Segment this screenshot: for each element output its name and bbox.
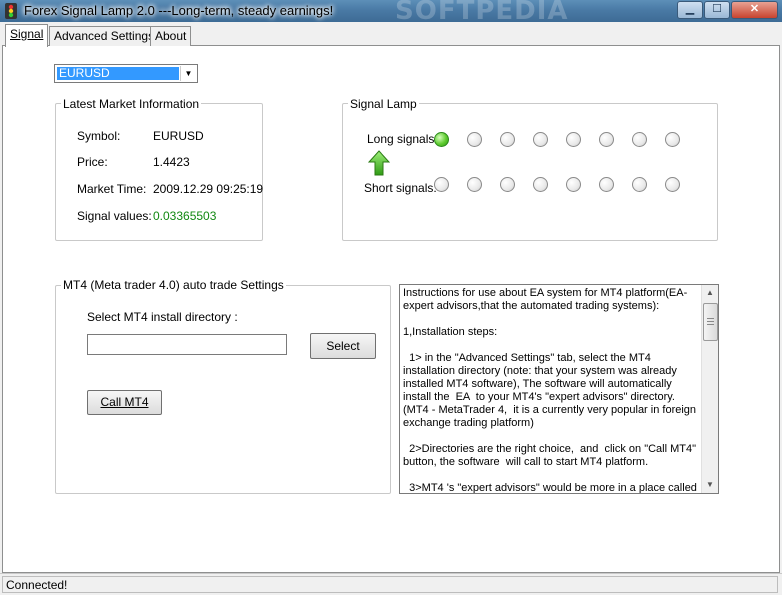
status-text: Connected! (6, 578, 68, 592)
scroll-up-icon[interactable]: ▲ (702, 285, 718, 301)
close-button[interactable]: ✕ (731, 1, 778, 19)
short-signal-led-4 (533, 177, 548, 192)
maximize-button[interactable]: ☐ (704, 1, 730, 19)
window-title: Forex Signal Lamp 2.0 ---Long-term, stea… (24, 3, 334, 18)
long-signals-label: Long signals: (367, 132, 438, 146)
mt4-settings-title: MT4 (Meta trader 4.0) auto trade Setting… (61, 278, 286, 292)
short-signal-led-3 (500, 177, 515, 192)
long-signal-led-4 (533, 132, 548, 147)
short-signals-label: Short signals: (364, 181, 437, 195)
instructions-scrollbar[interactable]: ▲ ▼ (701, 285, 718, 493)
scroll-thumb[interactable] (703, 303, 718, 341)
long-signal-led-6 (599, 132, 614, 147)
chevron-down-icon[interactable]: ▼ (180, 66, 196, 81)
signal-lamp-group (342, 103, 718, 241)
watermark: SOFTPEDIA (395, 0, 569, 26)
green-up-arrow-icon (367, 150, 391, 176)
short-signal-led-2 (467, 177, 482, 192)
instructions-text: Instructions for use about EA system for… (403, 287, 697, 494)
symbol-select[interactable]: EURUSD ▼ (54, 64, 198, 83)
price-value: 1.4423 (153, 155, 190, 169)
short-signal-led-8 (665, 177, 680, 192)
short-signal-led-6 (599, 177, 614, 192)
short-signal-led-1 (434, 177, 449, 192)
long-signal-led-5 (566, 132, 581, 147)
long-signal-led-8 (665, 132, 680, 147)
market-time-label: Market Time: (77, 182, 147, 196)
symbol-value: EURUSD (153, 129, 204, 143)
long-signal-led-1 (434, 132, 449, 147)
long-signal-led-3 (500, 132, 515, 147)
select-button[interactable]: Select (310, 333, 376, 359)
short-signal-led-5 (566, 177, 581, 192)
signal-values-value: 0.03365503 (153, 209, 217, 223)
signal-values-label: Signal values: (77, 209, 152, 223)
market-info-title: Latest Market Information (61, 97, 202, 111)
long-signal-led-2 (467, 132, 482, 147)
scroll-down-icon[interactable]: ▼ (702, 477, 718, 493)
long-signal-led-7 (632, 132, 647, 147)
symbol-select-value: EURUSD (57, 67, 179, 80)
mt4-dir-label: Select MT4 install directory : (87, 310, 238, 324)
market-time-value: 2009.12.29 09:25:19 (153, 182, 264, 196)
tab-advanced-settings[interactable]: Advanced Settings (49, 26, 160, 46)
symbol-label: Symbol: (77, 129, 121, 143)
tab-about[interactable]: About (150, 26, 192, 46)
call-mt4-button[interactable]: Call MT4 (87, 390, 162, 415)
signal-lamp-title: Signal Lamp (348, 97, 419, 111)
minimize-button[interactable]: ▁ (677, 1, 703, 19)
tab-signal[interactable]: Signal (5, 24, 49, 47)
price-label: Price: (77, 155, 108, 169)
instructions-textarea[interactable]: Instructions for use about EA system for… (399, 284, 719, 494)
app-icon (4, 3, 18, 19)
status-bar: Connected! (0, 573, 782, 595)
mt4-dir-input[interactable] (87, 334, 287, 355)
short-signal-led-7 (632, 177, 647, 192)
